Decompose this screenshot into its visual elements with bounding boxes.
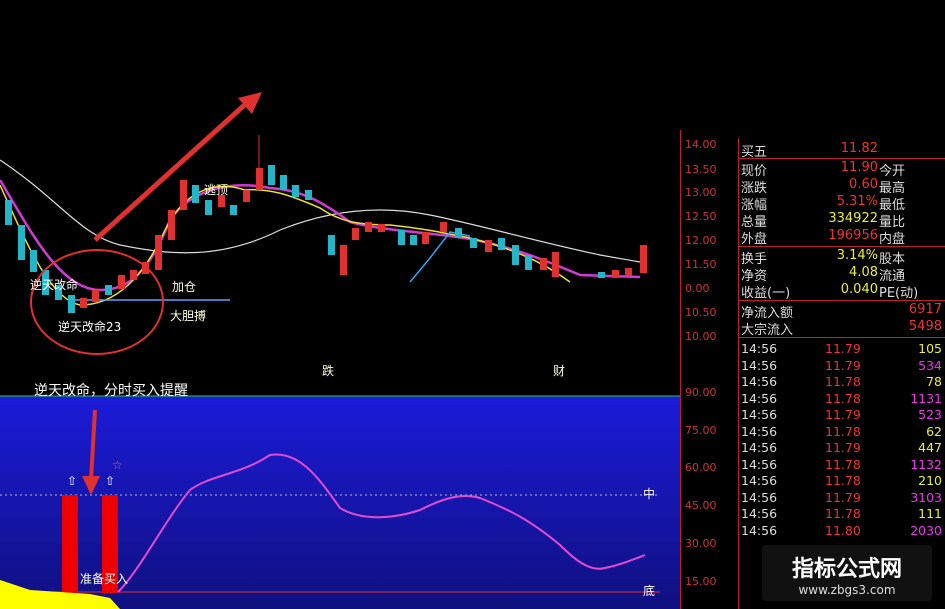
candlestick-chart[interactable]: 逆天改命 逆天改命23 加仓 逃顶 大胆搏 跌 财 [0, 0, 680, 380]
watermark: 指标公式网 www.zbgs3.com [762, 545, 932, 601]
indicator-tick: 60.00 [685, 461, 717, 474]
indicator-tick: 90.00 [685, 386, 717, 399]
quote-row: 净资 4.08 流通 [739, 265, 945, 284]
ma-cyan-line [409, 231, 471, 283]
ma-long-line [0, 159, 641, 263]
quote-panel: 买五 11.82 现价 11.90 今开 涨跌 0.60 最高 涨幅 5.31%… [738, 138, 945, 609]
watermark-url: www.zbgs3.com [798, 583, 896, 597]
annotation-nitian-gaiming23: 逆天改命23 [58, 320, 122, 334]
quote-label: 外盘 [741, 232, 768, 247]
quote-value: 3.14% [836, 248, 878, 263]
quote-value: 11.90 [840, 160, 878, 175]
quote-label2: 内盘 [879, 232, 906, 247]
quote-row: 涨跌 0.60 最高 [739, 177, 945, 196]
quote-label2: PE(动) [879, 286, 919, 301]
label-di: 底 [643, 584, 656, 598]
quote-row: 现价 11.90 今开 [739, 160, 945, 179]
star-icon: ☆ [112, 458, 123, 472]
down-arrow [89, 409, 97, 481]
annotation-jiacang: 加仓 [172, 280, 197, 294]
indicator-tick: 45.00 [685, 499, 717, 512]
price-tick: 10.00 [685, 330, 717, 343]
quote-value: 196956 [828, 228, 878, 243]
price-tick: 11.50 [685, 258, 717, 271]
tick-row: 14:56 11.79 105 [741, 341, 942, 356]
tick-row: 14:56 11.79 534 [741, 357, 942, 373]
tick-row: 14:56 11.79 447 [741, 440, 942, 455]
block-inflow-label: 大宗流入 [741, 323, 794, 338]
quote-row: 换手 3.14% 股本 [739, 248, 945, 267]
quote-value: 334922 [828, 211, 878, 226]
up-arrow-icon: ⇧ [67, 474, 78, 488]
quote-row-block-inflow: 大宗流入 5498 [739, 319, 945, 338]
tick-row: 14:56 11.78 78 [741, 374, 942, 389]
price-tick: 13.00 [685, 186, 717, 199]
net-inflow-value: 6917 [908, 302, 942, 317]
quote-value: 0.040 [840, 282, 878, 297]
signal-bar-1 [62, 495, 78, 593]
tick-row: 14:56 11.79 523 [741, 407, 942, 422]
quote-label: 收益(一) [741, 286, 791, 301]
annotation-die: 跌 [322, 364, 335, 378]
indicator-tick: 75.00 [685, 424, 717, 437]
separator [739, 246, 945, 247]
label-zhong: 中 [643, 487, 656, 501]
tick-row: 14:56 11.78 62 [741, 423, 942, 439]
indicator-tick: 30.00 [685, 537, 717, 550]
price-tick: 0.00 [685, 282, 710, 295]
buy5-value: 11.82 [840, 141, 878, 156]
tick-row: 14:56 11.78 1132 [741, 456, 942, 472]
quote-row: 外盘 196956 内盘 [739, 228, 945, 247]
annotation-nitian-gaiming: 逆天改命 [30, 278, 79, 292]
price-axis: 14.00 13.50 13.00 12.50 12.00 11.50 0.00… [680, 130, 739, 380]
tick-row: 14:56 11.79 3103 [741, 489, 942, 505]
quote-row-net-inflow: 净流入额 6917 [739, 302, 945, 321]
quote-row: 收益(一) 0.040 PE(动) [739, 282, 945, 301]
candles [5, 135, 647, 313]
quote-row: 总量 334922 量比 [739, 211, 945, 230]
indicator-axis: 90.00 75.00 60.00 45.00 30.00 15.00 [680, 380, 739, 609]
tick-row: 14:56 11.78 210 [741, 473, 942, 488]
tick-row: 14:56 11.78 1131 [741, 390, 942, 406]
price-tick: 10.50 [685, 306, 717, 319]
quote-row: 涨幅 5.31% 最低 [739, 194, 945, 213]
price-tick: 12.50 [685, 210, 717, 223]
price-tick: 13.50 [685, 163, 717, 176]
indicator-panel[interactable]: 逆天改命，分时买入提醒 ⇧ ⇧ ☆ 中 底 准备买入 [0, 380, 680, 609]
quote-value: 0.60 [849, 177, 878, 192]
indicator-line [117, 453, 646, 593]
up-arrow-icon: ⇧ [105, 474, 116, 488]
price-tick: 14.00 [685, 138, 717, 151]
quote-row-buy5: 买五 11.82 [739, 141, 945, 160]
block-inflow-value: 5498 [908, 319, 942, 334]
annotation-dadanbo: 大胆搏 [170, 309, 207, 323]
separator [739, 158, 945, 159]
quote-value: 5.31% [836, 194, 878, 209]
annotation-cai: 财 [553, 364, 566, 378]
annotation-taoding: 逃顶 [204, 183, 229, 197]
tick-row: 14:56 11.80 2030 [741, 522, 942, 538]
quote-value: 4.08 [849, 265, 878, 280]
separator [739, 300, 945, 301]
indicator-title: 逆天改命，分时买入提醒 [34, 383, 188, 399]
label-zhunbei-mairu: 准备买入 [80, 572, 129, 586]
watermark-title: 指标公式网 [791, 557, 902, 582]
down-arrowhead [82, 476, 100, 495]
indicator-tick: 15.00 [685, 575, 717, 588]
tick-row: 14:56 11.78 111 [741, 506, 942, 521]
price-tick: 12.00 [685, 234, 717, 247]
separator [739, 337, 945, 338]
